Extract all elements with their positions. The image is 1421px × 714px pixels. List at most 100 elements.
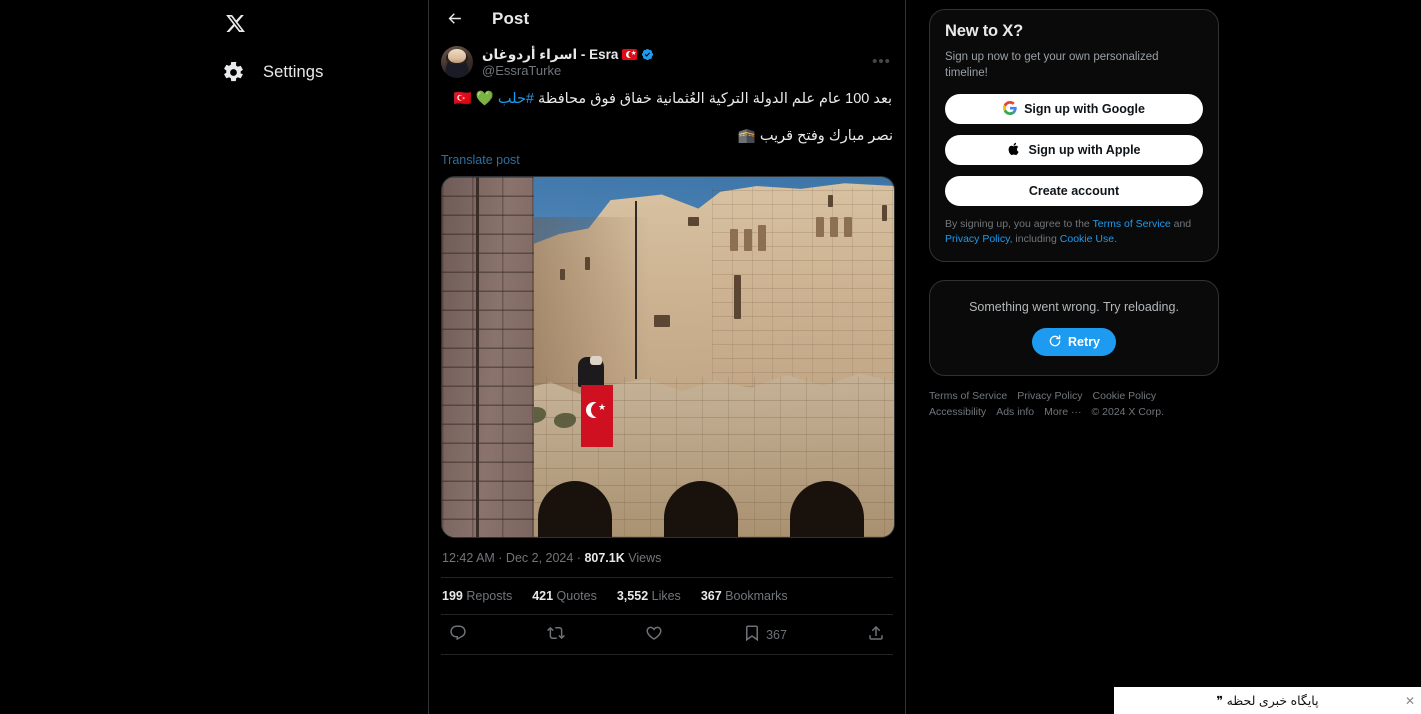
signup-title: New to X?	[945, 22, 1023, 40]
turkey-flag-icon	[622, 48, 638, 61]
error-message: Something went wrong. Try reloading.	[969, 300, 1179, 315]
post-text-suffix: 💚 🇹🇷	[453, 90, 498, 107]
main-column: Post ••• اسراء أردوغان - Esra @EssraTurk…	[428, 0, 906, 714]
back-button[interactable]	[440, 5, 468, 33]
stat-label: Likes	[651, 589, 681, 604]
sidebar-item-label: Settings	[263, 62, 324, 81]
signup-apple-label: Sign up with Apple	[1028, 143, 1141, 158]
share-button[interactable]	[867, 624, 885, 645]
banner-text: پایگاه خبری لحظه ❞	[1216, 694, 1319, 708]
signup-subtitle: Sign up now to get your own personalized…	[945, 51, 1159, 79]
image-corbel	[744, 229, 752, 252]
stat-label: Quotes	[556, 589, 597, 604]
image-window	[688, 217, 699, 227]
legal-including: , including	[1009, 233, 1060, 246]
author-handle[interactable]: @EssraTurke	[482, 64, 893, 79]
right-sidebar: New to X? Sign up now to get your own pe…	[929, 0, 1219, 714]
legal-end: .	[1114, 233, 1117, 246]
cookie-use-link[interactable]: Cookie Use	[1060, 233, 1114, 245]
hashtag-link[interactable]: #حلب	[498, 91, 534, 107]
post-body: ••• اسراء أردوغان - Esra @EssraTurke بعد…	[429, 37, 905, 656]
signup-legal-text: By signing up, you agree to the Terms of…	[945, 217, 1203, 247]
stat-reposts[interactable]: 199 Reposts	[442, 589, 512, 603]
stat-bookmarks[interactable]: 367 Bookmarks	[701, 589, 788, 603]
author-display-name[interactable]: اسراء أردوغان - Esra	[482, 47, 618, 62]
footer-link-privacy[interactable]: Privacy Policy	[1017, 390, 1082, 402]
image-pipe	[476, 177, 479, 538]
left-sidebar: Settings	[0, 0, 428, 714]
signup-apple-button[interactable]: Sign up with Apple	[945, 135, 1203, 166]
views-label: Views	[624, 551, 662, 566]
terms-of-service-link[interactable]: Terms of Service	[1093, 218, 1171, 230]
legal-prefix: By signing up, you agree to the	[945, 218, 1093, 231]
post-actions: 367	[441, 615, 893, 656]
post-text: بعد 100 عام علم الدولة التركية العُثماني…	[441, 79, 893, 110]
image-corbel	[758, 225, 766, 252]
translate-post-link[interactable]: Translate post	[441, 144, 520, 167]
bookmark-icon	[743, 624, 761, 645]
stat-label: Bookmarks	[725, 589, 788, 604]
post-timestamp: 12:42 AM · Dec 2, 2024 ·	[442, 551, 585, 566]
like-button[interactable]	[645, 624, 663, 645]
image-window	[734, 275, 741, 320]
image-flagpole	[635, 201, 637, 380]
close-icon[interactable]: ✕	[1405, 695, 1415, 707]
signup-google-button[interactable]: Sign up with Google	[945, 94, 1203, 125]
image-person	[578, 356, 604, 388]
repost-button[interactable]	[547, 624, 565, 645]
stat-count: 367	[700, 589, 722, 604]
post-image[interactable]	[441, 176, 895, 539]
signup-card: New to X? Sign up now to get your own pe…	[929, 9, 1219, 263]
image-window	[560, 269, 565, 281]
footer-link-accessibility[interactable]: Accessibility	[929, 406, 986, 418]
stat-quotes[interactable]: 421 Quotes	[532, 589, 597, 603]
image-left-tower-texture	[442, 177, 534, 538]
legal-and: and	[1170, 218, 1192, 231]
signup-google-label: Sign up with Google	[1024, 102, 1145, 117]
stat-count: 199	[442, 589, 463, 604]
page-title: Post	[492, 8, 530, 28]
sidebar-item-settings[interactable]: Settings	[218, 53, 331, 91]
image-corbel	[844, 217, 852, 238]
reply-button[interactable]	[449, 624, 467, 645]
image-window	[654, 315, 670, 328]
stat-likes[interactable]: 3,552 Likes	[617, 589, 681, 603]
reply-icon	[449, 624, 467, 645]
image-corbel	[830, 217, 838, 238]
share-icon	[867, 624, 885, 645]
author-row: اسراء أردوغان - Esra @EssraTurke	[441, 37, 893, 79]
retry-label: Retry	[1068, 335, 1100, 350]
footer-link-cookie[interactable]: Cookie Policy	[1093, 390, 1157, 402]
bookmark-count: 367	[766, 627, 787, 642]
image-window	[828, 195, 833, 208]
views-count: 807.1K	[584, 551, 625, 566]
image-corbel	[816, 217, 824, 238]
create-account-button[interactable]: Create account	[945, 176, 1203, 207]
stat-count: 3,552	[616, 589, 649, 604]
stat-count: 421	[532, 589, 554, 604]
footer-link-more[interactable]: More ···	[1044, 406, 1081, 418]
footer-link-ads-info[interactable]: Ads info	[996, 406, 1034, 418]
image-corbel	[730, 229, 738, 252]
footer-links: Terms of Service Privacy Policy Cookie P…	[929, 390, 1169, 418]
create-account-label: Create account	[1028, 184, 1120, 199]
post-header: Post	[429, 0, 905, 37]
refresh-icon	[1048, 334, 1062, 351]
x-logo-icon[interactable]	[218, 6, 252, 40]
footer-link-terms[interactable]: Terms of Service	[929, 390, 1007, 402]
author-avatar[interactable]	[441, 46, 473, 78]
post-meta: 12:42 AM · Dec 2, 2024 · 807.1K Views	[441, 538, 893, 579]
gear-icon	[220, 59, 246, 85]
bookmark-button[interactable]: 367	[743, 624, 787, 645]
footer-copyright: © 2024 X Corp.	[1091, 406, 1165, 419]
like-icon	[645, 624, 663, 645]
bottom-banner[interactable]: پایگاه خبری لحظه ❞ ✕	[1114, 687, 1421, 714]
more-options-icon[interactable]: •••	[868, 48, 895, 75]
apple-icon	[1007, 142, 1021, 159]
x-post-page: Settings Post ••• اسراء أردوغان - Esra ★…	[0, 0, 1421, 714]
image-window	[882, 205, 887, 222]
error-card: Something went wrong. Try reloading. Ret…	[929, 280, 1219, 377]
post-text-line2: نصر مبارك وفتح قريب 🕋	[737, 128, 893, 145]
retry-button[interactable]: Retry	[1032, 328, 1116, 357]
privacy-policy-link[interactable]: Privacy Policy	[945, 233, 1010, 245]
